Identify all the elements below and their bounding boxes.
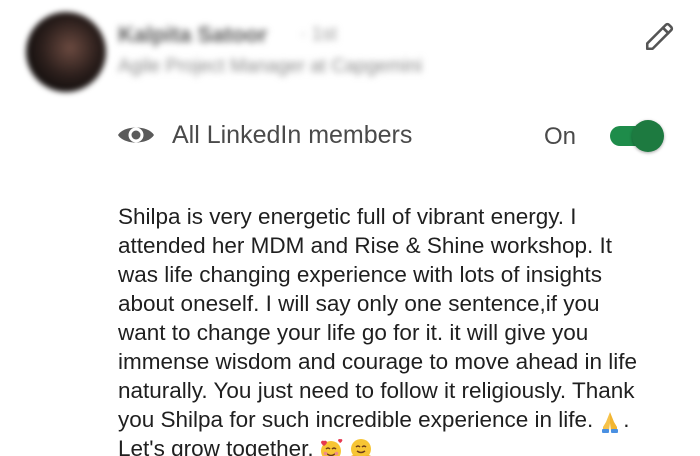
- smiling-face-with-hearts-emoji: [320, 439, 343, 456]
- edit-button[interactable]: [640, 16, 680, 56]
- eye-icon: [118, 127, 154, 143]
- recommendation-card: Kalpita Satoor · 1st Agile Project Manag…: [0, 0, 700, 456]
- visibility-label: All LinkedIn members: [172, 121, 413, 149]
- recommendation-line: you Shilpa for such incredible experienc…: [118, 407, 594, 432]
- author-name[interactable]: Kalpita Satoor: [118, 22, 267, 48]
- author-avatar[interactable]: [26, 12, 106, 92]
- toggle-state-label: On: [544, 123, 577, 150]
- pencil-icon: [645, 22, 674, 51]
- recommendation-line: Shilpa is very energetic full of vibrant…: [118, 204, 577, 229]
- recommendation-line: immense wisdom and courage to move ahead…: [118, 349, 638, 374]
- visibility-toggle[interactable]: [608, 120, 664, 152]
- recommendation-line-with-emoji: you Shilpa for such incredible experienc…: [118, 405, 690, 434]
- connection-degree: · 1st: [300, 24, 337, 45]
- folded-hands-emoji: [602, 412, 619, 434]
- recommendation-line-with-emoji: Let's grow together.: [118, 434, 690, 456]
- recommendation-line: Let's grow together.: [118, 436, 314, 456]
- author-headline: Agile Project Manager at Capgemini: [118, 56, 423, 77]
- recommendation-line: was life changing experience with lots o…: [118, 262, 603, 287]
- toggle-knob[interactable]: [632, 120, 664, 152]
- recommendation-line: attended her MDM and Rise & Shine worksh…: [118, 233, 613, 258]
- recommendation-line: .: [623, 407, 630, 432]
- hugging-face-emoji: [350, 439, 371, 456]
- visibility-setting-row: All LinkedIn members On: [116, 112, 676, 160]
- recommendation-text: Shilpa is very energetic full of vibrant…: [118, 202, 690, 456]
- recommendation-line: about oneself. I will say only one sente…: [118, 291, 600, 316]
- recommendation-line: want to change your life go for it. it w…: [118, 320, 589, 345]
- recommendation-line: naturally. You just need to follow it re…: [118, 378, 635, 403]
